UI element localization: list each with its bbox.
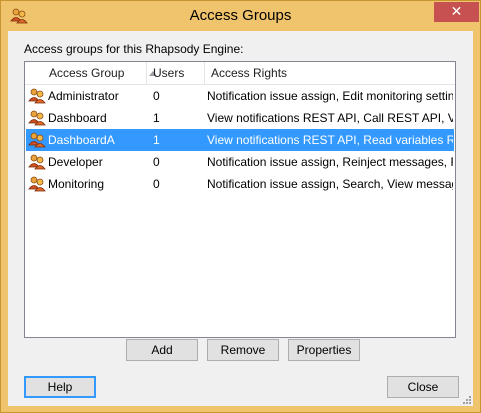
- access-groups-list[interactable]: Access Group Users Access Rights Adminis…: [24, 61, 456, 338]
- cell-access-group: Administrator: [48, 89, 119, 103]
- remove-button[interactable]: Remove: [207, 339, 279, 361]
- cell-access-group: Developer: [48, 155, 103, 169]
- cell-users: 0: [153, 155, 160, 169]
- cell-access-group: Dashboard: [48, 111, 107, 125]
- column-header-access-rights[interactable]: Access Rights: [205, 62, 455, 84]
- list-row[interactable]: Dashboard 1 View notifications REST API, C…: [26, 107, 454, 129]
- cell-access-group: Monitoring: [48, 177, 105, 191]
- cell-users: 1: [153, 133, 160, 147]
- cell-access-rights: View notifications REST API, Call REST A…: [207, 111, 453, 125]
- cell-users: 0: [153, 177, 160, 191]
- properties-button[interactable]: Properties: [288, 339, 360, 361]
- list-header: Access Group Users Access Rights: [25, 62, 455, 85]
- cell-access-rights: Notification issue assign, Search, View …: [207, 177, 453, 191]
- user-group-icon: [28, 154, 46, 170]
- column-label-access-group: Access Group: [49, 66, 125, 80]
- list-caption: Access groups for this Rhapsody Engine:: [24, 42, 244, 56]
- resize-grip-icon[interactable]: [460, 393, 472, 405]
- cell-access-group: DashboardA: [48, 133, 115, 147]
- cell-access-rights: Notification issue assign, Edit monitori…: [207, 89, 453, 103]
- close-button[interactable]: Close: [387, 376, 459, 398]
- user-group-icon: [28, 176, 46, 192]
- user-group-icon: [28, 88, 46, 104]
- dialog-body: Access groups for this Rhapsody Engine: …: [8, 31, 473, 406]
- help-button[interactable]: Help: [24, 376, 96, 398]
- list-row[interactable]: Administrator 0 Notification issue assign,…: [26, 85, 454, 107]
- cell-access-rights: View notifications REST API, Read variab…: [207, 133, 453, 147]
- access-groups-window: Access Groups ✕ Access groups for this R…: [0, 0, 481, 413]
- user-group-icon: [28, 132, 46, 148]
- window-title: Access Groups: [189, 7, 292, 24]
- list-row[interactable]: Developer 0 Notification issue assign, Rei…: [26, 151, 454, 173]
- cell-users: 1: [153, 111, 160, 125]
- list-row[interactable]: Monitoring 0 Notification issue assign, Se…: [26, 173, 454, 195]
- add-button[interactable]: Add: [126, 339, 198, 361]
- cell-access-rights: Notification issue assign, Reinject mess…: [207, 155, 453, 169]
- column-header-users[interactable]: Users: [147, 62, 205, 84]
- column-label-users: Users: [153, 66, 185, 80]
- cell-users: 0: [153, 89, 160, 103]
- list-row[interactable]: DashboardA 1 View notifications REST API, …: [26, 129, 454, 151]
- window-close-button[interactable]: ✕: [434, 2, 479, 22]
- title-bar[interactable]: Access Groups ✕: [1, 1, 480, 31]
- user-group-icon: [28, 110, 46, 126]
- column-label-access-rights: Access Rights: [211, 66, 288, 80]
- column-header-access-group[interactable]: Access Group: [43, 62, 157, 84]
